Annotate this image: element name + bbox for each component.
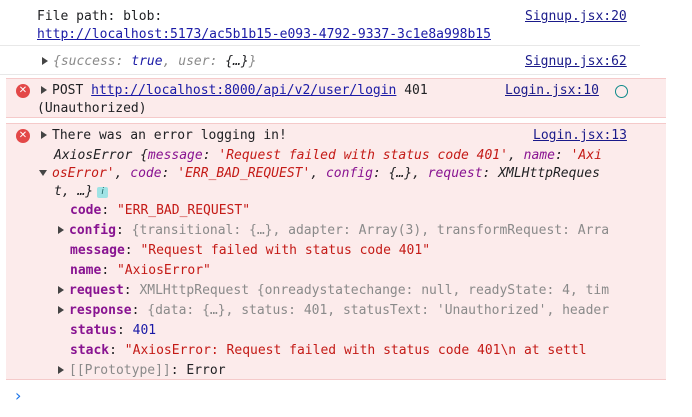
info-icon[interactable]: i — [97, 187, 109, 198]
collapse-triangle-icon[interactable] — [39, 170, 47, 176]
error-icon: ✕ — [16, 129, 30, 143]
axios-error-summary-line1[interactable]: AxiosError {message: 'Request failed wit… — [54, 147, 602, 165]
blob-url-link[interactable]: http://localhost:5173/ac5b1b15-e093-4792… — [37, 26, 491, 44]
property-row[interactable]: [[Prototype]]: Error — [58, 362, 226, 380]
error-message: There was an error logging in! — [41, 127, 287, 145]
source-link-login-13[interactable]: Login.jsx:13 — [533, 127, 627, 145]
console-error-axios: ✕ There was an error logging in! Login.j… — [6, 123, 666, 380]
post-request-line: POST http://localhost:8000/api/v2/user/l… — [41, 82, 428, 100]
console-panel: File path: blob: http://localhost:5173/a… — [0, 0, 692, 417]
login-url-link[interactable]: http://localhost:8000/api/v2/user/login — [91, 83, 396, 98]
message-text: File path: blob: — [37, 9, 163, 24]
expand-triangle-icon[interactable] — [58, 306, 64, 314]
console-message-object: {success: true, user: {…}} Signup.jsx:62 — [0, 47, 640, 75]
expand-triangle-icon[interactable] — [58, 226, 64, 234]
source-link-login-10[interactable]: Login.jsx:10 — [505, 82, 599, 100]
source-link-signup-62[interactable]: Signup.jsx:62 — [525, 53, 627, 71]
source-link-signup-20[interactable]: Signup.jsx:20 — [525, 8, 627, 26]
console-message-file-path: File path: blob: http://localhost:5173/a… — [0, 0, 640, 46]
status-text: (Unauthorized) — [37, 101, 147, 116]
property-row: code: "ERR_BAD_REQUEST" — [70, 203, 251, 218]
axios-error-summary-line2[interactable]: osError', code: 'ERR_BAD_REQUEST', confi… — [39, 165, 600, 183]
property-row: message: "Request failed with status cod… — [70, 243, 431, 258]
property-row[interactable]: config: {transitional: {…}, adapter: Arr… — [58, 222, 609, 240]
console-prompt-icon[interactable]: › — [15, 386, 21, 405]
expand-triangle-icon[interactable] — [41, 86, 47, 94]
expand-triangle-icon[interactable] — [58, 286, 64, 294]
property-row[interactable]: request: XMLHttpRequest {onreadystatecha… — [58, 282, 609, 300]
expand-triangle-icon[interactable] — [42, 57, 48, 65]
expand-triangle-icon[interactable] — [58, 366, 64, 374]
network-request-icon[interactable] — [615, 85, 628, 98]
property-row[interactable]: response: {data: {…}, status: 401, statu… — [58, 302, 609, 320]
property-row: status: 401 — [70, 323, 157, 338]
axios-error-summary-line3: t, …} i — [54, 183, 109, 201]
expand-triangle-icon[interactable] — [41, 131, 47, 139]
property-row: name: "AxiosError" — [70, 263, 211, 278]
console-error-post: ✕ POST http://localhost:8000/api/v2/user… — [6, 78, 666, 118]
object-preview[interactable]: {success: true, user: {…}} — [42, 53, 257, 71]
property-row: stack: "AxiosError: Request failed with … — [70, 343, 587, 358]
error-icon: ✕ — [16, 84, 30, 98]
